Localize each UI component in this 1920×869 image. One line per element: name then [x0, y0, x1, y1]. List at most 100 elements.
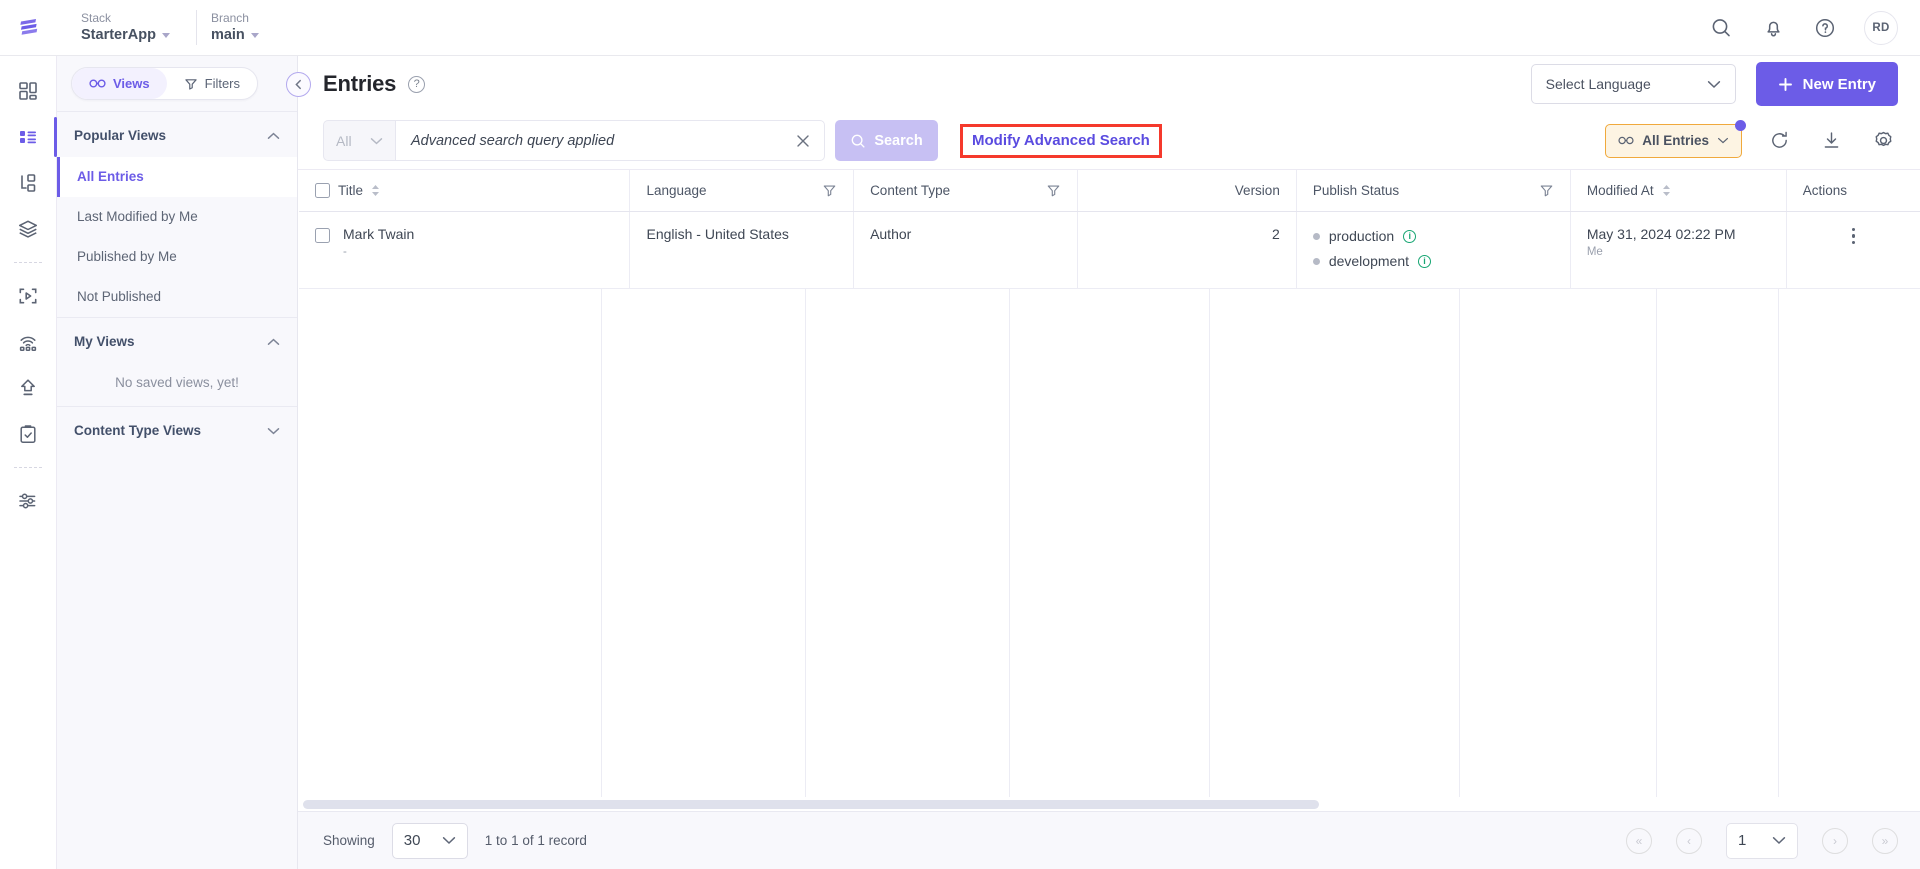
sort-icon[interactable]: [371, 184, 380, 197]
search-scope-dropdown[interactable]: All: [323, 120, 395, 161]
views-icon: [89, 79, 106, 88]
info-icon[interactable]: i: [1418, 254, 1431, 268]
live-preview-icon[interactable]: [6, 273, 50, 319]
language-select[interactable]: Select Language: [1530, 64, 1736, 104]
table-empty-area: [299, 288, 1920, 798]
settings-icon[interactable]: [6, 478, 50, 524]
next-page-button[interactable]: ›: [1822, 827, 1848, 854]
page-size-select[interactable]: 30: [391, 822, 468, 859]
context-switchers: Stack StarterApp Branch main: [57, 10, 285, 45]
first-page-button[interactable]: «: [1626, 827, 1652, 854]
tab-filters[interactable]: Filters: [167, 68, 257, 99]
collapse-sidebar-button[interactable]: [286, 71, 311, 97]
col-fill: [1459, 288, 1656, 797]
sidebar-item-last-modified-by-me[interactable]: Last Modified by Me: [57, 197, 297, 237]
body: Views Filters Popular Views All Entries …: [0, 56, 1920, 869]
select-all-checkbox[interactable]: [315, 182, 330, 198]
search-button[interactable]: Search: [835, 120, 938, 161]
filter-icon[interactable]: [822, 183, 837, 198]
assets-icon[interactable]: [6, 206, 50, 252]
branch-label: Branch: [210, 11, 249, 25]
search-icon[interactable]: [1708, 15, 1734, 41]
row-actions-menu[interactable]: [1851, 226, 1856, 244]
unsaved-changes-dot: [1735, 119, 1746, 131]
scrollbar-thumb[interactable]: [303, 799, 1320, 809]
search-input[interactable]: Advanced search query applied: [395, 120, 825, 161]
sidebar-item-all-entries[interactable]: All Entries: [57, 157, 297, 197]
section-my-views[interactable]: My Views: [57, 318, 297, 363]
chevron-up-icon: [267, 338, 280, 345]
stack-switcher[interactable]: Stack StarterApp: [67, 10, 197, 45]
section-title: My Views: [74, 334, 135, 349]
table-row[interactable]: Mark Twain - English - United States Aut…: [299, 211, 1920, 289]
gear-icon[interactable]: [1868, 126, 1898, 156]
avatar[interactable]: RD: [1864, 10, 1898, 45]
page-size-value: 30: [403, 832, 421, 849]
releases-icon[interactable]: [6, 365, 50, 411]
column-modified-at[interactable]: Modified At: [1569, 170, 1787, 212]
language-select-value: Select Language: [1545, 76, 1651, 92]
chevron-down-icon: [267, 427, 280, 434]
chevron-down-icon: [1772, 837, 1786, 845]
prev-page-button[interactable]: ‹: [1676, 827, 1702, 854]
dashboard-icon[interactable]: [6, 68, 50, 114]
search-icon: [851, 134, 865, 148]
column-content-type-label: Content Type: [870, 182, 951, 198]
cell-actions: [1785, 211, 1920, 289]
new-entry-button[interactable]: New Entry: [1755, 62, 1898, 106]
table-header-row: Title Language Content Type Version Publ…: [299, 170, 1920, 212]
sidebar-item-published-by-me[interactable]: Published by Me: [57, 237, 297, 277]
filter-icon[interactable]: [1539, 183, 1554, 198]
sort-icon[interactable]: [1662, 184, 1671, 197]
entries-icon[interactable]: [6, 114, 57, 160]
status-production[interactable]: production i: [1312, 226, 1554, 247]
col-fill: [601, 288, 805, 797]
record-range: 1 to 1 of 1 record: [484, 833, 587, 848]
contentstack-logo-icon[interactable]: [0, 15, 57, 41]
chevron-down-icon: [161, 33, 170, 38]
sidebar-item-not-published[interactable]: Not Published: [57, 277, 297, 317]
bell-icon[interactable]: [1760, 15, 1786, 41]
section-popular-views[interactable]: Popular Views: [57, 112, 297, 157]
showing-label: Showing: [323, 833, 375, 848]
sidebar-item-label: Published by Me: [77, 249, 177, 264]
filter-icon: [184, 78, 197, 90]
icon-rail: [0, 56, 57, 869]
horizontal-scrollbar[interactable]: [299, 797, 1920, 811]
column-title-label: Title: [338, 182, 364, 198]
tasks-icon[interactable]: [6, 411, 50, 457]
filter-icon[interactable]: [1046, 183, 1061, 198]
tab-views[interactable]: Views: [72, 68, 167, 99]
sidebar-item-label: Not Published: [77, 289, 162, 304]
rail-divider: [14, 467, 42, 468]
status-development[interactable]: development i: [1312, 251, 1554, 272]
page-title: Entries: [323, 71, 397, 96]
cell-publish-status: production i development i: [1295, 211, 1571, 289]
branch-value: main: [211, 26, 259, 45]
help-icon[interactable]: [1812, 15, 1838, 41]
cell-title[interactable]: Mark Twain -: [299, 211, 630, 289]
row-checkbox[interactable]: [315, 227, 330, 243]
active-view-chip[interactable]: All Entries: [1605, 119, 1746, 158]
last-page-button[interactable]: »: [1872, 827, 1898, 854]
col-fill: [299, 289, 601, 798]
download-icon[interactable]: [1816, 126, 1846, 156]
page-number-select[interactable]: 1: [1726, 822, 1798, 859]
info-icon[interactable]: i: [1403, 229, 1417, 243]
refresh-icon[interactable]: [1764, 126, 1794, 156]
section-content-type-views[interactable]: Content Type Views: [57, 407, 297, 452]
rail-divider: [14, 262, 42, 263]
close-icon[interactable]: [795, 133, 811, 149]
column-publish-status[interactable]: Publish Status: [1295, 170, 1571, 212]
column-content-type[interactable]: Content Type: [853, 170, 1078, 212]
column-language[interactable]: Language: [629, 170, 854, 212]
content-types-icon[interactable]: [6, 160, 50, 206]
publish-queue-icon[interactable]: [6, 319, 50, 365]
active-view-label: All Entries: [1642, 133, 1709, 148]
column-title[interactable]: Title: [299, 170, 630, 212]
topbar-actions: RD: [1708, 10, 1898, 45]
page-help-icon[interactable]: ?: [408, 75, 426, 93]
modify-advanced-search-link[interactable]: Modify Advanced Search: [960, 123, 1162, 158]
branch-switcher[interactable]: Branch main: [197, 10, 285, 45]
chevron-down-icon: [1718, 137, 1728, 144]
